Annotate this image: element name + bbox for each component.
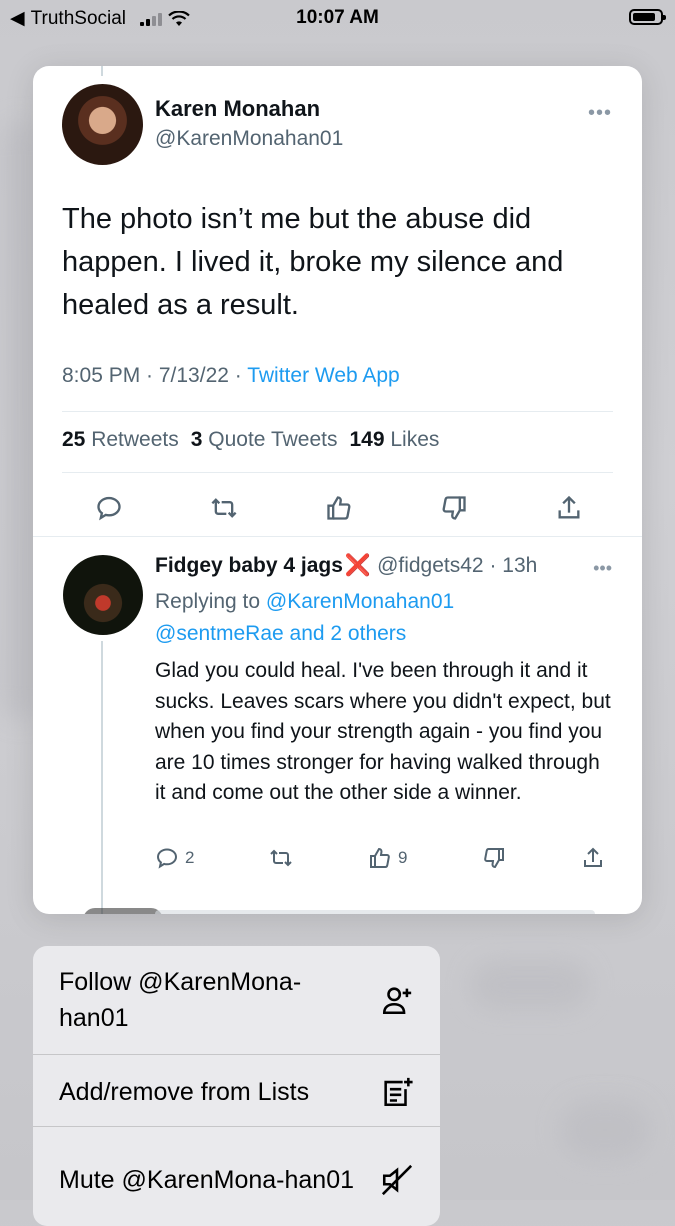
replying-to: Replying to @KarenMonahan01 @sentmeRae a… — [155, 586, 615, 650]
reply-author-name[interactable]: Fidgey baby 4 jags — [155, 554, 343, 577]
follow-user-icon — [382, 987, 412, 1015]
divider — [33, 536, 642, 537]
reply-retweet-button[interactable] — [269, 846, 293, 870]
menu-item-mute[interactable]: Mute @KarenMona-han01 — [33, 1142, 440, 1218]
mute-icon — [381, 1164, 413, 1196]
reply-like-button[interactable]: 9 — [368, 846, 407, 870]
menu-item-label: Mute @KarenMona-han01 — [59, 1166, 354, 1194]
list-add-icon — [384, 1077, 413, 1107]
reply-share-button[interactable] — [581, 846, 605, 870]
battery-icon — [629, 9, 666, 25]
status-bar: ◀ TruthSocial 10:07 AM — [0, 0, 675, 36]
likes-count: 149 — [349, 428, 385, 451]
avatar[interactable] — [62, 84, 143, 165]
menu-item-follow[interactable]: Follow @KarenMona-han01 — [33, 962, 440, 1038]
share-icon — [584, 847, 602, 867]
author-handle[interactable]: @KarenMonahan01 — [155, 127, 343, 151]
retweets-count: 25 — [62, 428, 86, 451]
tweet-timestamp: 8:05 PM · 7/13/22 · — [62, 364, 248, 387]
reply-actions: 2 9 — [155, 846, 605, 870]
divider — [62, 472, 613, 473]
thread-connector — [101, 641, 103, 914]
menu-item-label: Add/remove from Lists — [59, 1078, 310, 1106]
quote-tweets-stat[interactable]: 3 Quote Tweets — [191, 428, 338, 452]
tweet-preview-card: Karen Monahan @KarenMonahan01 ••• The ph… — [33, 66, 642, 914]
red-x-emoji-icon: ❌ — [344, 554, 372, 577]
retweets-label: Retweets — [91, 428, 179, 451]
reply-like-count: 9 — [398, 848, 408, 867]
reply-age: · 13h — [483, 554, 538, 577]
reply-more-options-icon[interactable]: ••• — [593, 558, 612, 579]
share-icon — [558, 495, 580, 519]
like-button[interactable] — [319, 490, 359, 526]
reply-icon — [97, 496, 121, 521]
reply-dislike-button[interactable] — [482, 846, 506, 870]
tweet-source-link[interactable]: Twitter Web App — [247, 364, 400, 387]
retweet-button[interactable] — [204, 490, 244, 526]
reply-reply-button[interactable]: 2 — [155, 846, 194, 870]
more-options-icon[interactable]: ••• — [588, 102, 612, 125]
reply-header: Fidgey baby 4 jags❌ @fidgets42 · 13h — [155, 554, 537, 578]
thumbs-up-icon — [327, 496, 351, 520]
tweet-meta: 8:05 PM · 7/13/22 · Twitter Web App — [62, 364, 400, 388]
reply-text: Glad you could heal. I've been through i… — [155, 659, 611, 804]
next-reply-avatar — [83, 908, 163, 914]
thread-connector — [101, 66, 103, 76]
thumbs-down-icon — [484, 848, 505, 869]
share-button[interactable] — [549, 490, 589, 526]
reply-icon — [156, 848, 178, 869]
reply-author-handle[interactable]: @fidgets42 — [377, 554, 484, 577]
tweet-text: The photo isn’t me but the abuse did hap… — [62, 203, 564, 321]
retweet-icon — [270, 849, 292, 867]
likes-stat[interactable]: 149 Likes — [349, 428, 439, 452]
reply-avatar[interactable] — [63, 555, 143, 635]
menu-divider — [33, 1126, 440, 1127]
quote-tweets-label: Quote Tweets — [208, 428, 338, 451]
reply-count: 2 — [185, 848, 195, 867]
menu-item-label: Follow @KarenMona-han01 — [59, 968, 302, 1032]
divider — [62, 411, 613, 412]
tweet-actions — [89, 490, 589, 526]
retweets-stat[interactable]: 25 Retweets — [62, 428, 179, 452]
next-reply-header — [155, 910, 595, 914]
author-name[interactable]: Karen Monahan — [155, 96, 320, 122]
menu-item-lists[interactable]: Add/remove from Lists — [33, 1062, 440, 1122]
quote-tweets-count: 3 — [190, 428, 203, 451]
thumbs-down-icon — [442, 496, 466, 520]
dislike-button[interactable] — [434, 490, 474, 526]
replying-to-link[interactable]: @KarenMonahan01 — [266, 590, 454, 613]
thumbs-up-icon — [370, 847, 390, 868]
reply-button[interactable] — [89, 490, 129, 526]
context-menu: Follow @KarenMona-han01 Add/remove from … — [33, 946, 440, 1226]
status-time: 10:07 AM — [296, 7, 379, 28]
replying-to-prefix: Replying to — [155, 590, 266, 613]
retweet-icon — [211, 498, 237, 518]
likes-label: Likes — [390, 428, 440, 451]
replying-to-others-link[interactable]: @sentmeRae and 2 others — [155, 622, 406, 645]
menu-divider — [33, 1054, 440, 1055]
tweet-stats: 25 Retweets 3 Quote Tweets 149 Likes — [62, 428, 439, 452]
